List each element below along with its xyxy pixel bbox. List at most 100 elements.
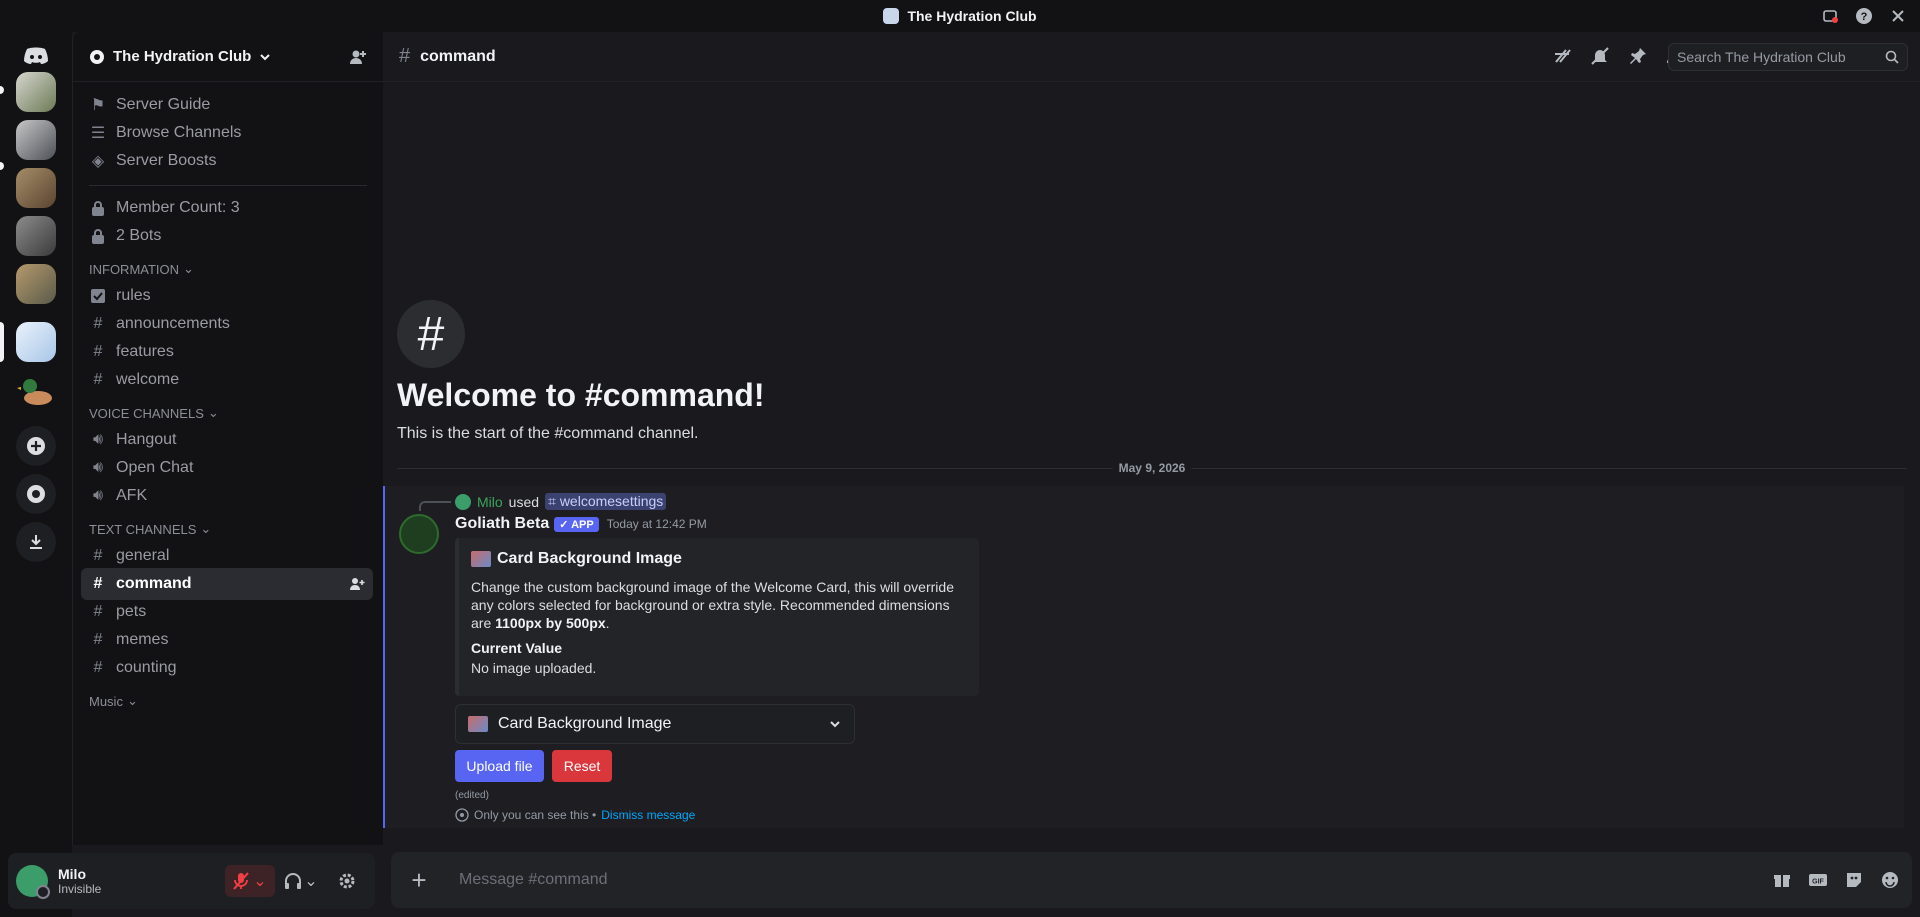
channel-label: Browse Channels xyxy=(116,124,242,141)
boost-icon: ◈ xyxy=(91,153,105,170)
category-text[interactable]: TEXT CHANNELS ⌄ xyxy=(89,521,211,537)
channel-welcome[interactable]: # welcome xyxy=(81,364,373,396)
server-icon-3[interactable] xyxy=(16,168,56,208)
category-music[interactable]: Music ⌄ xyxy=(89,693,138,709)
svg-text:?: ? xyxy=(1861,11,1868,23)
svg-text:GIF: GIF xyxy=(1812,879,1824,886)
category-voice[interactable]: VOICE CHANNELS ⌄ xyxy=(89,405,219,421)
channel-label: Open Chat xyxy=(116,459,194,476)
reply-used-text: used xyxy=(508,493,540,510)
chevron-down-icon: ⌄ xyxy=(126,693,138,708)
channel-label: rules xyxy=(116,287,151,304)
hash-icon: # xyxy=(93,631,103,648)
user-settings-button[interactable] xyxy=(327,865,367,897)
mic-muted-icon xyxy=(233,872,250,890)
channel-label: counting xyxy=(116,659,177,676)
upload-file-button[interactable]: Upload file xyxy=(455,750,544,782)
select-value: Card Background Image xyxy=(498,715,672,732)
hash-icon: # xyxy=(93,371,103,388)
window-title: The Hydration Club xyxy=(907,8,1037,24)
speaker-icon: 🔊︎ xyxy=(92,431,104,448)
welcome-heading: Welcome to #command! xyxy=(397,377,765,413)
chevron-down-icon: ⌄ xyxy=(207,405,219,420)
gift-icon[interactable] xyxy=(1772,870,1792,890)
mute-toggle[interactable]: ⌄ xyxy=(225,865,275,897)
speaker-icon: 🔊︎ xyxy=(92,487,104,504)
server-badge-icon xyxy=(90,49,104,64)
reset-button[interactable]: Reset xyxy=(552,750,612,782)
window-titlebar: The Hydration Club ? xyxy=(0,0,1920,32)
discover-icon[interactable] xyxy=(16,474,56,514)
invite-icon[interactable] xyxy=(349,48,367,66)
server-header[interactable]: The Hydration Club xyxy=(73,32,383,82)
edited-label: (edited) xyxy=(455,790,489,801)
channel-label: memes xyxy=(116,631,169,648)
bot-avatar[interactable] xyxy=(399,514,439,554)
signpost-icon: ⚑ xyxy=(90,97,106,114)
chevron-down-icon xyxy=(830,721,840,728)
add-server-icon[interactable] xyxy=(16,426,56,466)
server-icon-hydration-club[interactable] xyxy=(16,322,56,362)
channel-label: Hangout xyxy=(116,431,177,448)
slash-icon: ⌗ xyxy=(548,493,560,509)
server-icon-duck[interactable] xyxy=(16,370,56,410)
category-label: VOICE CHANNELS xyxy=(89,405,204,421)
help-icon[interactable]: ? xyxy=(1854,6,1874,26)
server-list xyxy=(0,32,72,917)
user-status: Invisible xyxy=(58,882,102,896)
option-select[interactable]: Card Background Image xyxy=(455,704,855,744)
channel-label: pets xyxy=(116,603,147,620)
dismiss-message-link[interactable]: Dismiss message xyxy=(601,808,695,822)
message-timestamp: Today at 12:42 PM xyxy=(606,517,707,531)
reply-user[interactable]: Milo xyxy=(477,494,503,510)
command-mention[interactable]: ⌗ welcomesettings xyxy=(545,493,667,510)
channel-label: Server Guide xyxy=(116,96,211,113)
chevron-down-icon: ⌄ xyxy=(253,873,267,890)
close-icon[interactable] xyxy=(1888,6,1908,26)
category-label: TEXT CHANNELS xyxy=(89,521,197,537)
author-name[interactable]: Goliath Beta xyxy=(455,515,549,533)
gif-icon[interactable]: GIF xyxy=(1808,870,1828,890)
message-composer: + Message #command GIF xyxy=(391,852,1912,908)
channel-afk[interactable]: 🔊︎ AFK xyxy=(81,480,373,512)
gear-icon xyxy=(339,873,355,889)
message-embed: Card Background Image Change the custom … xyxy=(455,538,979,696)
sticker-icon[interactable] xyxy=(1844,870,1864,890)
discord-home-icon[interactable] xyxy=(16,36,56,76)
add-member-icon[interactable] xyxy=(349,576,365,592)
hash-icon: # xyxy=(399,45,411,67)
reply-avatar xyxy=(455,493,471,510)
desc-end: . xyxy=(605,615,610,631)
hash-icon: # xyxy=(93,315,103,332)
chevron-down-icon: ⌄ xyxy=(183,261,194,276)
server-icon-4[interactable] xyxy=(16,216,56,256)
channel-counting[interactable]: # counting xyxy=(81,652,373,684)
channel-label: welcome xyxy=(116,371,180,388)
notification-muted-icon[interactable] xyxy=(1590,46,1610,66)
server-name: The Hydration Club xyxy=(113,48,252,65)
chevron-down-icon xyxy=(260,53,271,60)
threads-icon[interactable] xyxy=(1552,46,1572,66)
search-input[interactable]: Search The Hydration Club xyxy=(1668,43,1908,71)
category-information[interactable]: INFORMATION ⌄ xyxy=(89,261,194,277)
hash-icon: # xyxy=(93,603,103,620)
server-icon-5[interactable] xyxy=(16,264,56,304)
channel-bots[interactable]: 2 Bots xyxy=(81,220,373,252)
browse-icon: ☰ xyxy=(90,125,106,142)
download-icon[interactable] xyxy=(16,522,56,562)
avatar[interactable] xyxy=(16,865,50,899)
channel-title: command xyxy=(420,47,496,65)
headphones-icon xyxy=(285,873,302,889)
date-divider: May 9, 2026 xyxy=(397,461,1907,475)
message-input[interactable]: Message #command xyxy=(459,871,608,889)
emoji-icon[interactable] xyxy=(1880,870,1900,890)
channel-label: features xyxy=(116,343,174,360)
hash-icon: # xyxy=(93,343,103,360)
pin-icon[interactable] xyxy=(1628,46,1648,66)
deafen-toggle[interactable]: ⌄ xyxy=(281,865,321,897)
server-icon-2[interactable] xyxy=(16,120,56,160)
inbox-icon[interactable] xyxy=(1820,6,1840,26)
add-attachment-icon[interactable]: + xyxy=(407,865,431,895)
server-icon-1[interactable] xyxy=(16,72,56,112)
server-boosts-link[interactable]: ◈ Server Boosts xyxy=(81,145,373,177)
